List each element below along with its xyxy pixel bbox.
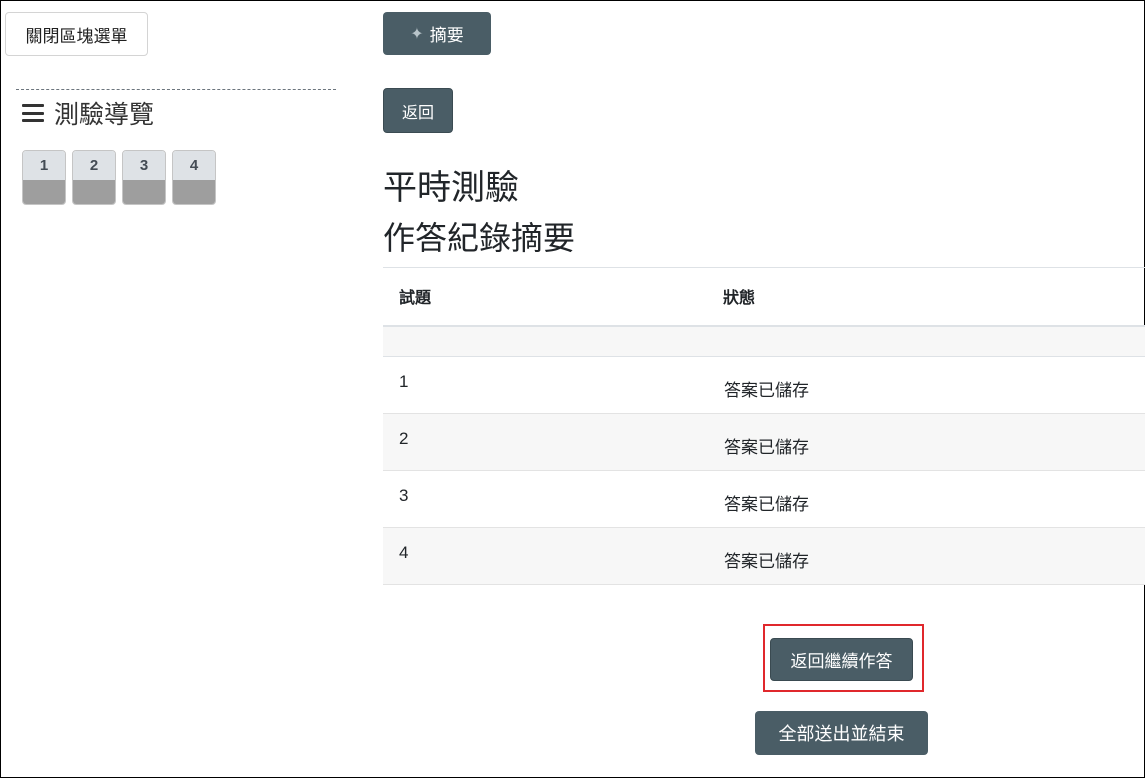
question-nav-status [23, 180, 65, 204]
question-nav-status [73, 180, 115, 204]
question-nav-button-4[interactable]: 4 [172, 150, 216, 205]
question-nav-number: 2 [73, 151, 115, 180]
table-row: 2 答案已儲存 [383, 413, 1145, 471]
status-cell: 答案已儲存 [724, 495, 809, 515]
question-number-cell: 2 [399, 429, 409, 448]
return-continue-attempt-button[interactable]: 返回繼續作答 [770, 638, 913, 681]
summary-section-title: 作答紀錄摘要 [383, 219, 576, 257]
question-nav-button-2[interactable]: 2 [72, 150, 116, 205]
table-header-row: 試題 狀態 [383, 267, 1145, 326]
table-row: 4 答案已儲存 [383, 527, 1145, 585]
question-number-cell: 4 [399, 543, 409, 562]
question-nav-button-1[interactable]: 1 [22, 150, 66, 205]
question-nav-status [123, 180, 165, 204]
back-button[interactable]: 返回 [383, 88, 453, 133]
question-nav-number: 1 [23, 151, 65, 180]
quiz-title: 平時測驗 [383, 168, 519, 208]
table-row: 3 答案已儲存 [383, 470, 1145, 528]
table-spacer-row [383, 325, 1145, 357]
close-block-menu-button[interactable]: 關閉區塊選單 [5, 12, 148, 56]
summary-button[interactable]: ✦ 摘要 [383, 12, 491, 55]
question-nav-number: 4 [173, 151, 215, 180]
question-nav-number: 3 [123, 151, 165, 180]
attempt-summary-table: 試題 狀態 1 答案已儲存 2 答案已儲存 3 答案已儲存 4 答案已儲存 [383, 267, 1145, 585]
question-nav-status [173, 180, 215, 204]
summary-button-label: 摘要 [429, 26, 464, 46]
hamburger-icon [22, 104, 44, 122]
sidebar-divider [16, 89, 336, 90]
column-header-question: 試題 [399, 288, 432, 308]
status-cell: 答案已儲存 [724, 438, 809, 458]
question-number-cell: 1 [399, 372, 409, 391]
table-row: 1 答案已儲存 [383, 356, 1145, 414]
status-cell: 答案已儲存 [724, 381, 809, 401]
quiz-navigation-title: 測驗導覽 [54, 100, 155, 129]
submit-all-and-finish-button[interactable]: 全部送出並結束 [755, 711, 928, 755]
column-header-status: 狀態 [723, 288, 756, 308]
quiz-navigation-heading: 測驗導覽 [22, 95, 154, 131]
question-navigation: 1 2 3 4 [22, 150, 222, 205]
question-nav-button-3[interactable]: 3 [122, 150, 166, 205]
status-cell: 答案已儲存 [724, 552, 809, 572]
question-number-cell: 3 [399, 486, 409, 505]
sparkle-icon: ✦ [410, 24, 424, 43]
